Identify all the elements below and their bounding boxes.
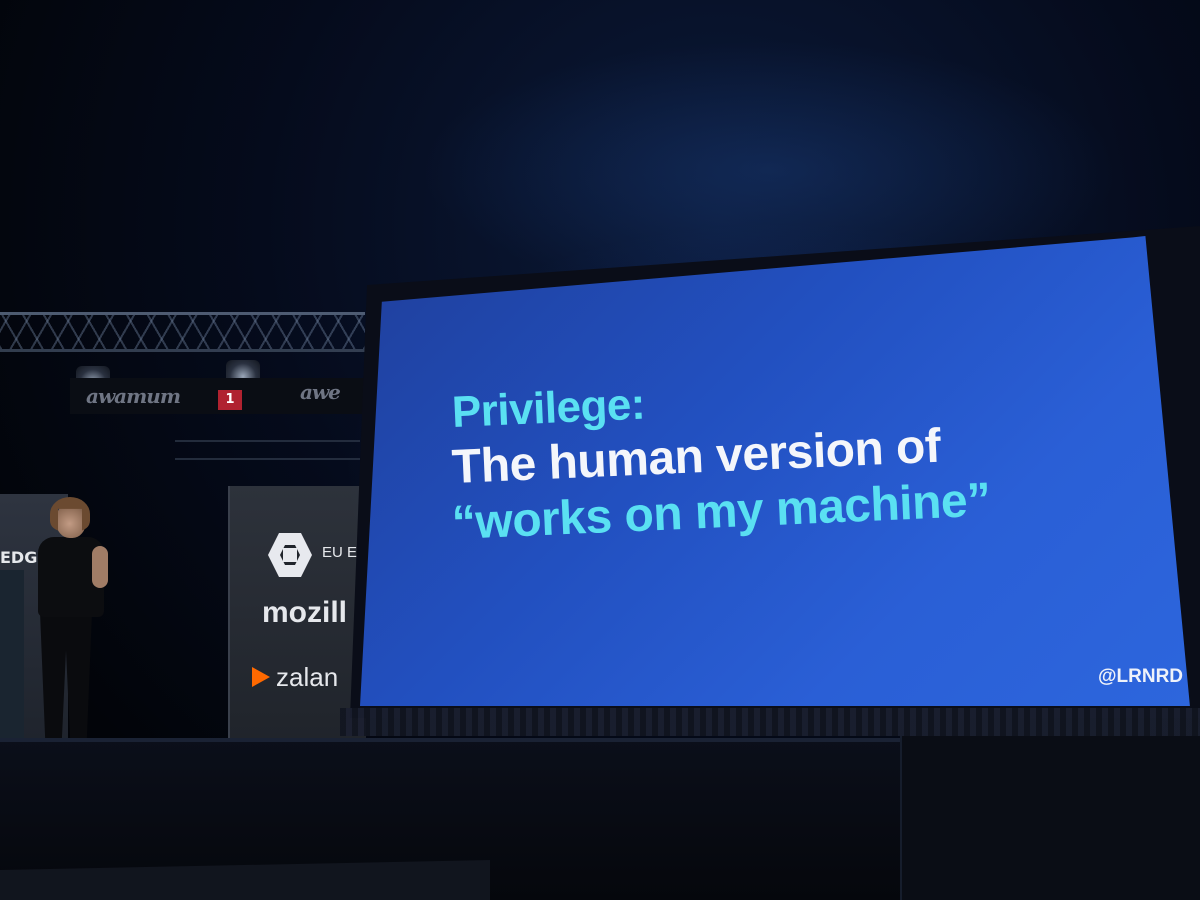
- rig-sign-badge: 1: [218, 390, 242, 410]
- slide-title: Privilege:: [450, 379, 646, 437]
- slide-twitter-handle: @LRNRD: [1098, 666, 1184, 687]
- podium: [0, 570, 24, 740]
- screen-base-rail: [340, 708, 1200, 736]
- presenter-arm: [92, 546, 108, 588]
- lighting-truss: [0, 312, 365, 352]
- rig-sign-text: awamum: [86, 384, 181, 408]
- stage-riser: [900, 736, 1200, 900]
- rig-sign-text-2: awe: [300, 380, 341, 404]
- lighting-truss-lower: [175, 440, 360, 460]
- conference-stage-photo: awamum 1 awe EDGE a lo EU E mozill zalan…: [0, 0, 1200, 900]
- play-triangle-icon: [252, 667, 270, 687]
